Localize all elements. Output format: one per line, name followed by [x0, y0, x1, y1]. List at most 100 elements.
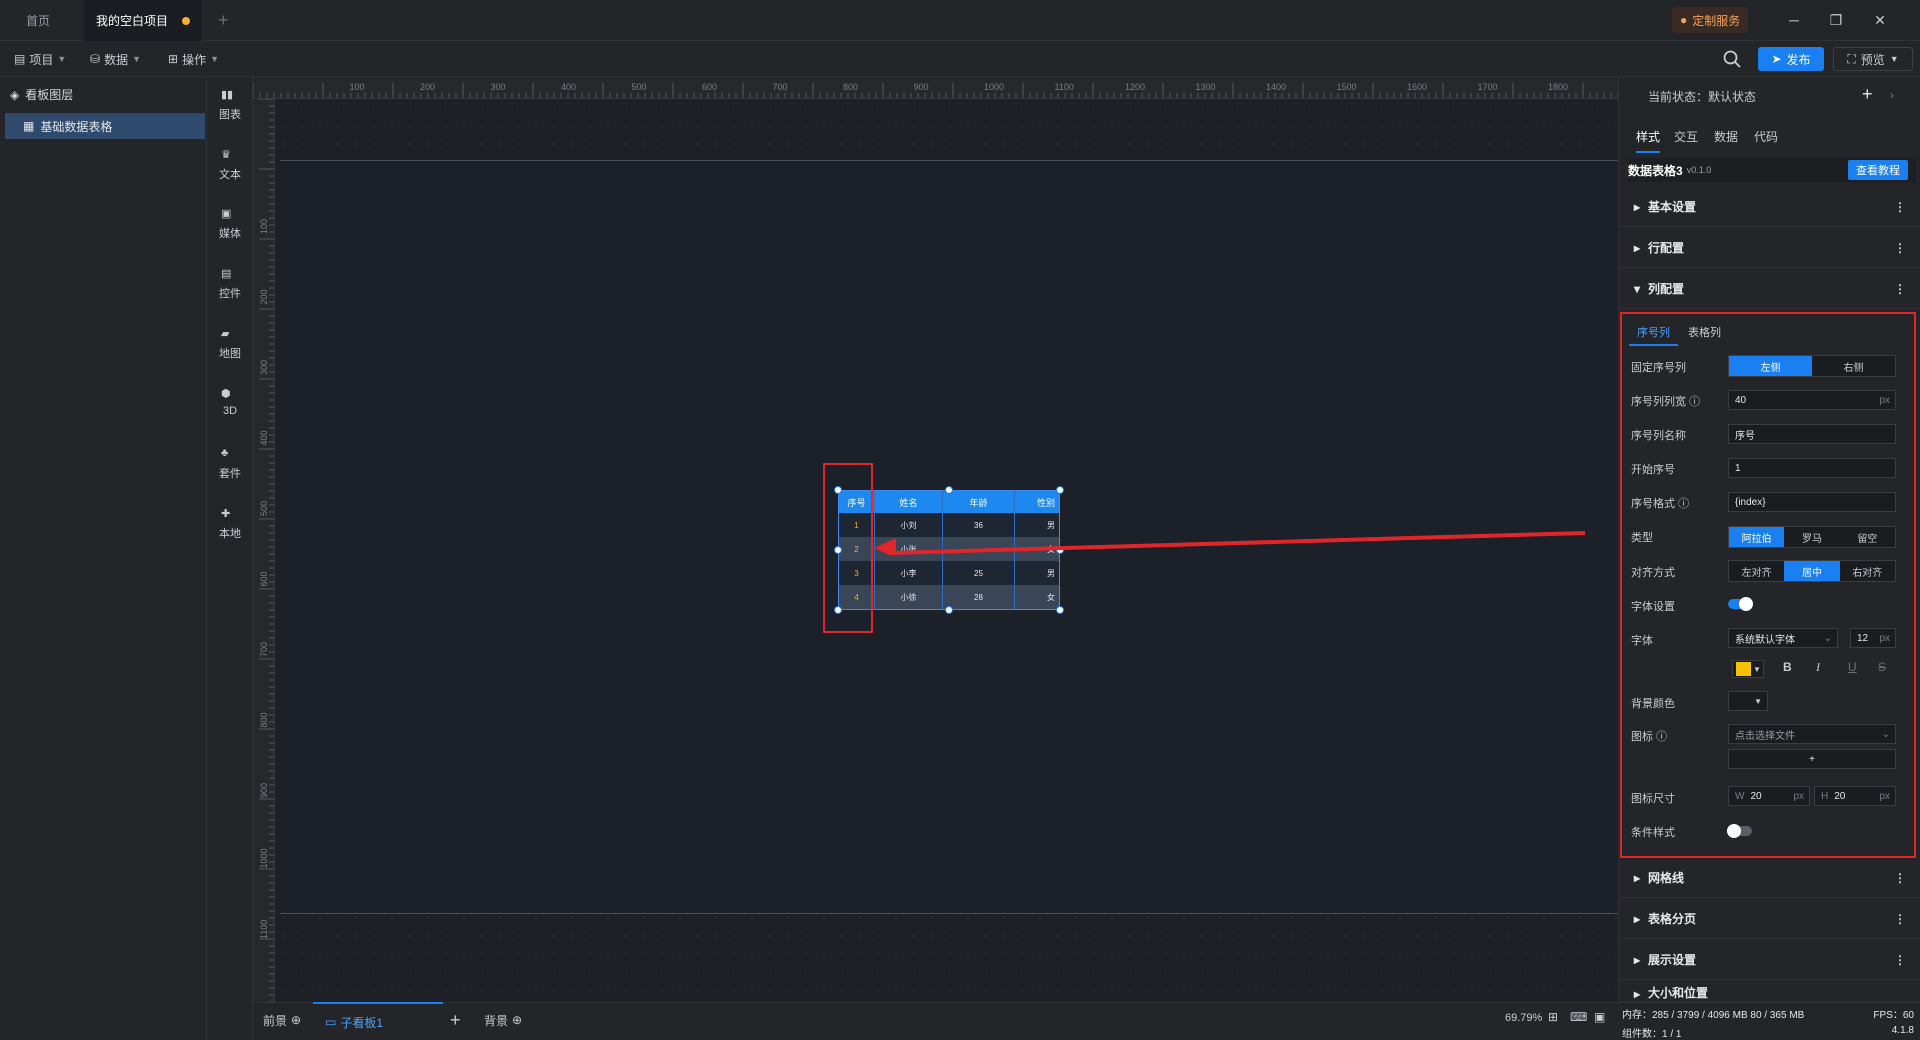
resize-handle[interactable] [1056, 606, 1064, 614]
tab-style[interactable]: 样式 [1636, 128, 1661, 153]
minimize-icon[interactable]: ─ [1782, 8, 1806, 32]
close-icon[interactable]: ✕ [1868, 8, 1892, 32]
terminal-icon[interactable]: ▣ [1594, 1010, 1605, 1024]
start-input[interactable]: 1 [1728, 458, 1896, 478]
tab-interaction[interactable]: 交互 [1674, 128, 1698, 145]
fix-col-segment[interactable]: 左侧 右侧 [1728, 355, 1896, 377]
col-width-input[interactable]: 40 px [1728, 390, 1896, 410]
resize-handle[interactable] [945, 486, 953, 494]
type-blank-option[interactable]: 留空 [1840, 527, 1895, 547]
section-grid[interactable]: ▸ 网格线 ⋮ [1618, 858, 1920, 898]
fix-left-option[interactable]: 左侧 [1729, 356, 1812, 376]
font-set-toggle[interactable] [1728, 597, 1753, 611]
add-circle-icon[interactable]: ⊕ [512, 1013, 522, 1027]
tab-foreground[interactable]: 前景 ⊕ [263, 1008, 301, 1032]
layer-item-table[interactable]: ▦ 基础数据表格 [5, 113, 205, 139]
section-pagination[interactable]: ▸ 表格分页 ⋮ [1618, 899, 1920, 939]
tab-code[interactable]: 代码 [1754, 128, 1778, 145]
restore-icon[interactable]: ❐ [1824, 8, 1848, 32]
more-icon[interactable]: ⋮ [1894, 241, 1906, 255]
more-icon[interactable]: ⋮ [1894, 912, 1906, 926]
custom-service-button[interactable]: ● 定制服务 [1672, 7, 1749, 33]
subtab-index-col[interactable]: 序号列 [1629, 324, 1678, 346]
comp-chart[interactable]: ▮▮ 图表 [207, 88, 253, 122]
comp-3d[interactable]: ⬢ 3D [207, 387, 253, 417]
tutorial-button[interactable]: 查看教程 [1848, 160, 1908, 180]
chevron-down-icon: ▼ [132, 54, 141, 64]
comp-text[interactable]: ♛ 文本 [207, 148, 253, 182]
font-color-picker[interactable]: ▼ [1732, 660, 1764, 678]
align-segment[interactable]: 左对齐 居中 右对齐 [1728, 560, 1896, 582]
section-column[interactable]: ▾ 列配置 ⋮ [1618, 269, 1920, 309]
add-tab-icon[interactable]: + [206, 0, 241, 41]
section-row[interactable]: ▸ 行配置 ⋮ [1618, 228, 1920, 268]
comp-control[interactable]: ▤ 控件 [207, 267, 253, 301]
comp-media[interactable]: ▣ 媒体 [207, 207, 253, 241]
type-roman-option[interactable]: 罗马 [1784, 527, 1839, 547]
underline-icon[interactable]: U [1848, 660, 1857, 674]
fix-right-option[interactable]: 右侧 [1812, 356, 1895, 376]
component-name-label: 数据表格3 [1628, 163, 1683, 178]
comp-kit[interactable]: ♣ 套件 [207, 447, 253, 481]
subtab-table-col[interactable]: 表格列 [1688, 324, 1721, 340]
chevron-right-icon[interactable]: › [1890, 88, 1894, 102]
section-display[interactable]: ▸ 展示设置 ⋮ [1618, 940, 1920, 980]
ruler-label: 800 [259, 712, 269, 727]
cond-style-toggle[interactable] [1727, 824, 1752, 838]
font-size-input[interactable]: 12 px [1850, 628, 1896, 648]
resize-handle[interactable] [945, 606, 953, 614]
section-basic[interactable]: ▸ 基本设置 ⋮ [1618, 187, 1920, 227]
comp-chart-label: 图表 [219, 109, 241, 121]
table-icon: ▦ [23, 119, 35, 133]
bg-color-picker[interactable]: ▼ [1728, 691, 1768, 711]
add-state-icon[interactable]: + [1862, 84, 1873, 105]
fit-screen-icon[interactable]: ⊞ [1548, 1010, 1558, 1024]
comp-map[interactable]: ▰ 地图 [207, 327, 253, 361]
type-arabic-option[interactable]: 阿拉伯 [1729, 527, 1785, 547]
bold-icon[interactable]: B [1783, 660, 1792, 674]
status-bar: 内存：285 / 3799 / 4096 MB 80 / 365 MB FPS：… [1618, 1002, 1920, 1040]
comp-local[interactable]: ✚ 本地 [207, 507, 253, 541]
tab-project[interactable]: 我的空白项目 [84, 0, 202, 41]
zoom-level[interactable]: 69.79% [1505, 1012, 1542, 1024]
col-name-input[interactable]: 序号 [1728, 424, 1896, 444]
start-label: 开始序号 [1631, 464, 1675, 476]
menu-data[interactable]: ⛁ 数据 ▼ [90, 49, 141, 69]
tab-sub-board[interactable]: ▭ 子看板1 [313, 1002, 443, 1040]
more-icon[interactable]: ⋮ [1894, 200, 1906, 214]
tab-data[interactable]: 数据 [1714, 128, 1738, 145]
font-select[interactable]: 系统默认字体 ⌄ [1728, 628, 1838, 648]
publish-button[interactable]: ➤ 发布 [1758, 47, 1824, 71]
keyboard-icon[interactable]: ⌨ [1570, 1010, 1587, 1024]
add-icon-button[interactable]: + [1728, 749, 1896, 769]
caret-down-icon: ▾ [1634, 281, 1641, 296]
ruler-label: 900 [259, 783, 269, 798]
tab-home[interactable]: 首页 [14, 0, 70, 41]
resize-handle[interactable] [1056, 486, 1064, 494]
type-segment[interactable]: 阿拉伯 罗马 留空 [1728, 526, 1896, 548]
icon-file-select[interactable]: 点击选择文件 ⌄ [1728, 724, 1896, 744]
more-icon[interactable]: ⋮ [1894, 871, 1906, 885]
tab-background[interactable]: 背景 ⊕ [484, 1008, 522, 1032]
align-left-option[interactable]: 左对齐 [1729, 561, 1784, 581]
add-circle-icon[interactable]: ⊕ [291, 1013, 301, 1027]
section-size-position[interactable]: ▸ 大小和位置 [1618, 981, 1920, 1002]
chevron-down-icon: ⌄ [1881, 728, 1890, 740]
ruler-label: 200 [259, 289, 269, 304]
format-input[interactable]: {index} [1728, 492, 1896, 512]
add-board-icon[interactable]: + [450, 1008, 461, 1032]
more-icon[interactable]: ⋮ [1894, 282, 1906, 296]
tab-foreground-label: 前景 [263, 1013, 288, 1028]
menu-operate[interactable]: ⊞ 操作 ▼ [168, 49, 219, 69]
icon-height-input[interactable]: H 20 px [1814, 786, 1896, 806]
align-right-option[interactable]: 右对齐 [1840, 561, 1895, 581]
ruler-label: 1000 [259, 848, 269, 868]
more-icon[interactable]: ⋮ [1894, 953, 1906, 967]
menu-project[interactable]: ▤ 项目 ▼ [14, 49, 66, 69]
strikethrough-icon[interactable]: S [1878, 660, 1886, 674]
search-icon[interactable] [1721, 48, 1743, 70]
icon-width-input[interactable]: W 20 px [1728, 786, 1810, 806]
align-center-option[interactable]: 居中 [1784, 561, 1840, 581]
preview-button[interactable]: ⛶ 预览 ▼ [1833, 47, 1913, 71]
italic-icon[interactable]: I [1816, 660, 1820, 675]
